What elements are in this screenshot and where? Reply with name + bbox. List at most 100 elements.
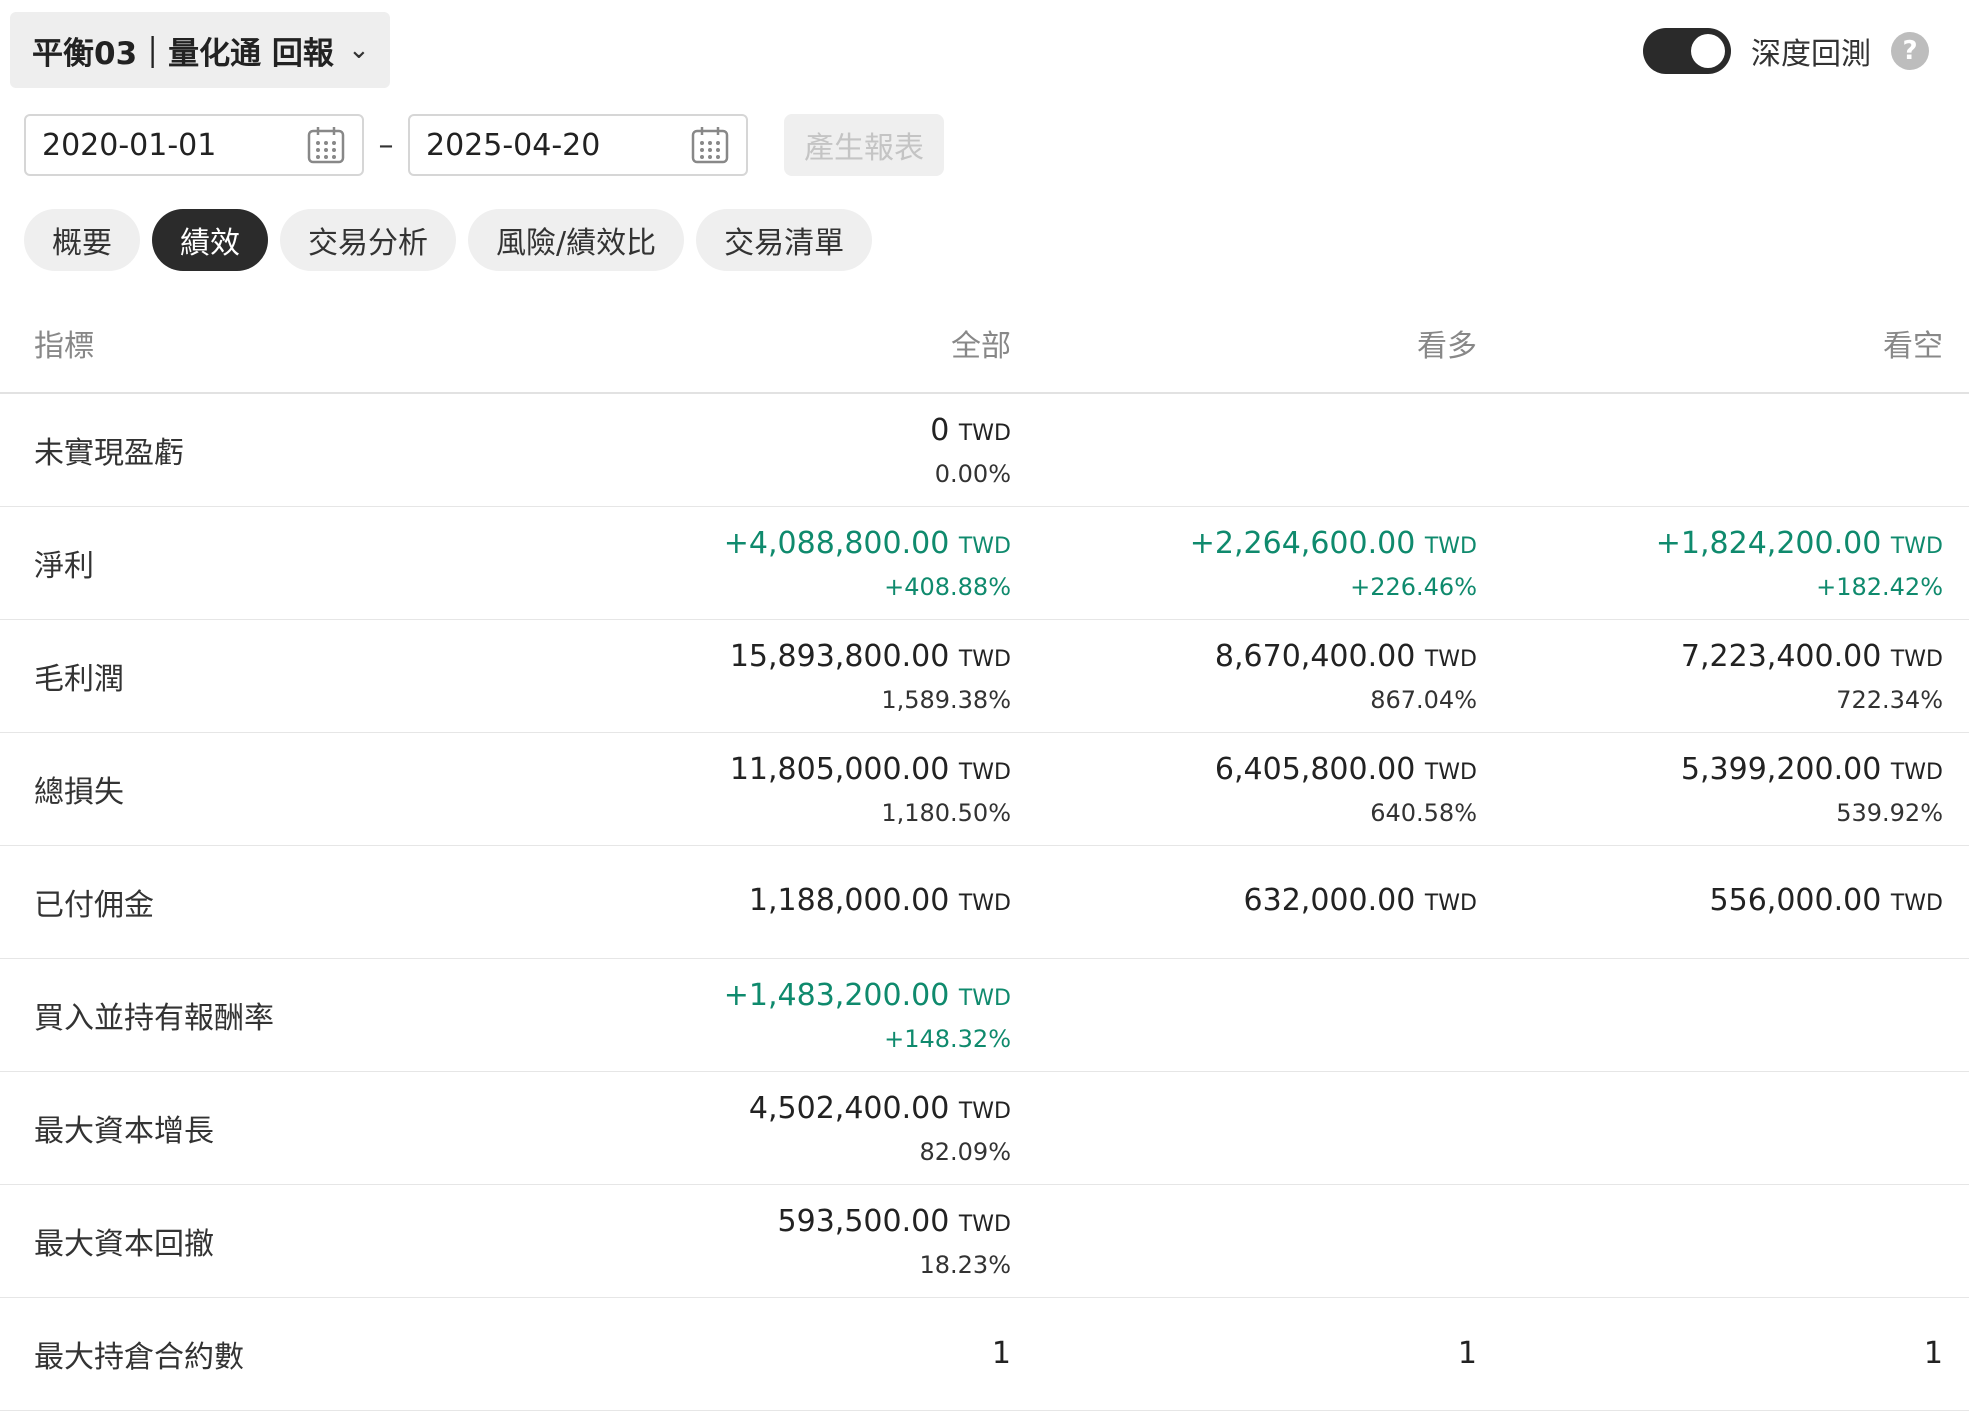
metric-value: 7,223,400.00 TWD [1503,635,1943,682]
table-row: 淨利 +4,088,800.00 TWD +408.88% +2,264,600.00… [0,506,1969,620]
metric-value: 8,670,400.00 TWD [1037,635,1477,682]
metric-cell-all: 4,502,400.00 TWD 82.09% [541,1071,1037,1185]
end-date-value: 2025-04-20 [426,127,601,163]
amount: 8,670,400.00 [1214,638,1416,674]
calendar-icon[interactable] [306,125,346,165]
start-date-field[interactable]: 2020-01-01 [24,114,364,176]
metric-value: 1 [1037,1332,1477,1376]
metric-cell-short: 5,399,200.00 TWD 539.92% [1503,732,1969,846]
metric-cell-short [1503,958,1969,1072]
metric-cell-all: 15,893,800.00 TWD 1,589.38% [541,619,1037,733]
currency-unit: TWD [958,1211,1011,1237]
table-row: 未實現盈虧 0 TWD 0.00% [0,393,1969,507]
amount: +1,483,200.00 [723,977,950,1013]
table-row: 最大資本回撤 593,500.00 TWD 18.23% [0,1184,1969,1298]
tab-performance[interactable]: 績效 [152,209,268,271]
currency-unit: TWD [958,533,1011,559]
metric-value: 1 [1503,1332,1943,1376]
amount: 4,502,400.00 [748,1090,950,1126]
metric-label: 最大資本回撤 [0,1184,541,1298]
metric-cell-short: 556,000.00 TWD [1503,845,1969,959]
help-icon[interactable]: ? [1891,32,1929,70]
metric-percent: +182.42% [1816,572,1943,601]
table-header-row: 指標 全部 看多 看空 [0,294,1969,394]
metric-value: +4,088,800.00 TWD [541,522,1011,569]
tab-trade-list[interactable]: 交易清單 [696,209,873,271]
end-date-field[interactable]: 2025-04-20 [408,114,748,176]
metric-value: 632,000.00 TWD [1037,879,1477,926]
metric-cell-long: 1 [1037,1297,1503,1411]
generate-report-button[interactable]: 產生報表 [784,114,944,176]
strategy-selector[interactable]: 平衡03｜量化通 回報 ⌄ [10,12,390,88]
metric-label: 未實現盈虧 [0,393,541,507]
metric-percent: 0.00% [934,459,1011,488]
metric-percent: 82.09% [919,1137,1011,1166]
amount: 1 [991,1336,1011,1371]
metric-label: 買入並持有報酬率 [0,958,541,1072]
amount: +2,264,600.00 [1189,525,1416,561]
amount: +4,088,800.00 [723,525,950,561]
table-row: 毛利潤 15,893,800.00 TWD 1,589.38% 8,670,400.0… [0,619,1969,733]
metric-percent: +148.32% [884,1024,1011,1053]
amount: 632,000.00 [1243,882,1416,918]
currency-unit: TWD [1424,646,1477,672]
metric-cell-short: +1,824,200.00 TWD +182.42% [1503,506,1969,620]
metric-value: 11,805,000.00 TWD [541,748,1011,795]
metric-value: +2,264,600.00 TWD [1037,522,1477,569]
deep-backtest-toggle[interactable] [1643,28,1731,74]
metric-percent: 1,589.38% [881,685,1011,714]
tab-overview[interactable]: 概要 [24,209,140,271]
metric-cell-short: 7,223,400.00 TWD 722.34% [1503,619,1969,733]
metric-label: 毛利潤 [0,619,541,733]
currency-unit: TWD [1890,890,1943,916]
amount: 1 [1923,1336,1943,1371]
toggle-knob [1691,34,1725,68]
metric-cell-all: 1 [541,1297,1037,1411]
metric-value: 4,502,400.00 TWD [541,1087,1011,1134]
deep-backtest-control: 深度回測 ? [1643,28,1929,74]
amount: 1,188,000.00 [748,882,950,918]
metric-percent: 1,180.50% [881,798,1011,827]
metric-cell-short: 1 [1503,1297,1969,1411]
metric-value: 15,893,800.00 TWD [541,635,1011,682]
currency-unit: TWD [958,420,1011,446]
performance-table: 指標 全部 看多 看空 未實現盈虧 0 TWD 0.00% 淨利 +4,088,800.… [0,294,1969,1411]
currency-unit: TWD [1890,759,1943,785]
metric-value: 556,000.00 TWD [1503,879,1943,926]
metric-label: 淨利 [0,506,541,620]
metric-percent: 722.34% [1836,685,1943,714]
metric-value: 5,399,200.00 TWD [1503,748,1943,795]
amount: 11,805,000.00 [729,751,950,787]
calendar-icon[interactable] [690,125,730,165]
amount: 15,893,800.00 [729,638,950,674]
metric-percent: +408.88% [884,572,1011,601]
currency-unit: TWD [958,646,1011,672]
metric-value: +1,824,200.00 TWD [1503,522,1943,569]
chevron-down-icon: ⌄ [347,35,370,65]
date-range: 2020-01-01 – 2025-04-20 產生報表 [24,114,944,176]
metric-cell-long [1037,958,1503,1072]
metric-cell-long [1037,1071,1503,1185]
metric-label: 總損失 [0,732,541,846]
currency-unit: TWD [958,890,1011,916]
start-date-value: 2020-01-01 [42,127,217,163]
tab-risk-ratio[interactable]: 風險/績效比 [468,209,685,271]
metric-percent: +226.46% [1350,572,1477,601]
metric-cell-all: +4,088,800.00 TWD +408.88% [541,506,1037,620]
metric-cell-all: +1,483,200.00 TWD +148.32% [541,958,1037,1072]
tab-trade-analysis[interactable]: 交易分析 [280,209,456,271]
metric-cell-long: 8,670,400.00 TWD 867.04% [1037,619,1503,733]
metric-value: 6,405,800.00 TWD [1037,748,1477,795]
table-row: 已付佣金 1,188,000.00 TWD 632,000.00 TWD 556,00… [0,845,1969,959]
amount: 556,000.00 [1709,882,1882,918]
currency-unit: TWD [958,759,1011,785]
metric-cell-long [1037,1184,1503,1298]
metric-cell-long: +2,264,600.00 TWD +226.46% [1037,506,1503,620]
metric-value: 0 TWD [541,409,1011,456]
metric-value: 593,500.00 TWD [541,1200,1011,1247]
currency-unit: TWD [958,1098,1011,1124]
deep-backtest-label: 深度回測 [1751,37,1871,72]
metric-value: 1,188,000.00 TWD [541,879,1011,926]
metric-label: 最大持倉合約數 [0,1297,541,1411]
date-separator: – [378,127,394,163]
